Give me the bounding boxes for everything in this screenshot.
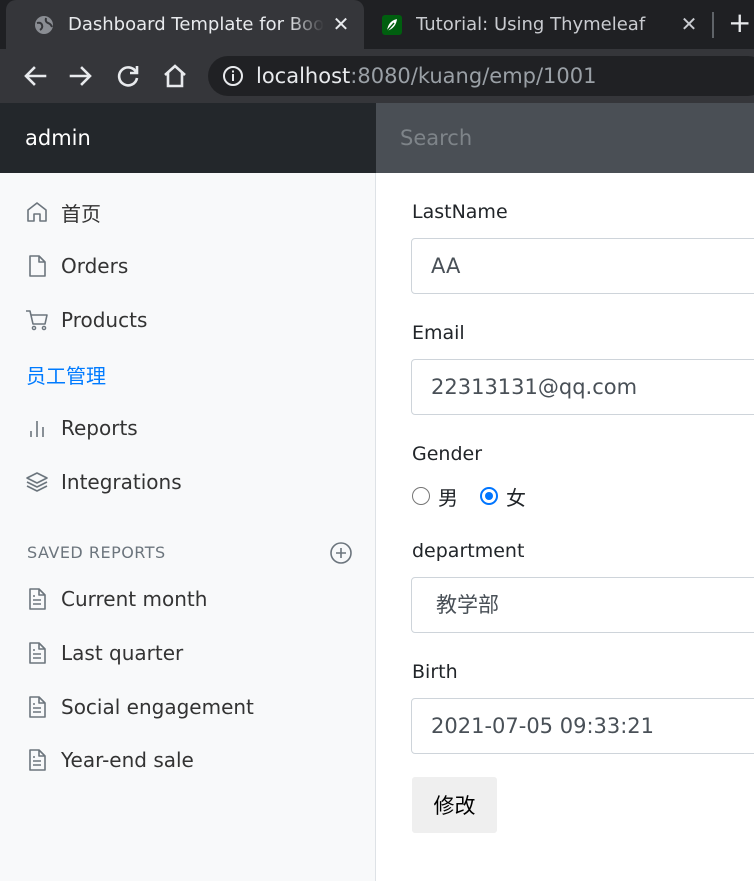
- close-tab-icon[interactable]: ✕: [330, 12, 352, 36]
- back-button[interactable]: [19, 60, 51, 92]
- forward-button[interactable]: [65, 60, 97, 92]
- reload-button[interactable]: [112, 60, 144, 92]
- submit-button[interactable]: 修改: [412, 777, 497, 833]
- saved-report-social-engagement[interactable]: Social engagement: [25, 692, 254, 722]
- department-label: department: [412, 540, 525, 562]
- gender-label: Gender: [412, 443, 483, 465]
- file-text-icon: [25, 695, 49, 719]
- file-text-icon: [25, 587, 49, 611]
- employee-edit-form: LastName AA Email 22313131@qq.com Gender…: [377, 173, 754, 881]
- home-icon: [25, 200, 49, 224]
- sidebar-item-label: 首页: [61, 201, 101, 226]
- saved-reports-heading: SAVED REPORTS: [27, 543, 166, 562]
- url-text: localhost:8080/kuang/emp/1001: [256, 64, 597, 88]
- file-icon: [25, 254, 49, 278]
- address-bar[interactable]: localhost:8080/kuang/emp/1001: [208, 56, 754, 96]
- tab-dashboard[interactable]: Dashboard Template for Bootstrap ✕: [6, 0, 364, 49]
- home-icon: [164, 64, 186, 88]
- tab-title: Dashboard Template for Bootstrap: [68, 14, 324, 35]
- globe-icon: [35, 15, 53, 34]
- birth-field[interactable]: 2021-07-05 09:33:21: [411, 698, 754, 754]
- gender-option-label: 男: [438, 485, 458, 510]
- sidebar-item-label: Social engagement: [61, 695, 254, 719]
- sidebar-item-label: 员工管理: [26, 363, 106, 388]
- sidebar-item-label: Integrations: [61, 470, 182, 494]
- saved-report-year-end-sale[interactable]: Year-end sale: [25, 745, 194, 775]
- sidebar-item-label: Year-end sale: [61, 748, 194, 772]
- home-button[interactable]: [159, 60, 191, 92]
- layers-icon: [25, 470, 49, 494]
- sidebar-item-employee-management[interactable]: 员工管理: [26, 359, 106, 389]
- tab-thymeleaf[interactable]: Tutorial: Using Thymeleaf ✕: [368, 0, 708, 49]
- navbar-brand[interactable]: admin: [0, 103, 376, 173]
- url-host: localhost: [256, 64, 351, 88]
- tab-separator: [712, 12, 714, 38]
- sidebar-item-orders[interactable]: Orders: [25, 251, 128, 281]
- search-input[interactable]: [376, 103, 754, 173]
- sidebar-item-home[interactable]: 首页: [25, 197, 101, 227]
- arrow-right-icon: [69, 66, 92, 86]
- saved-report-current-month[interactable]: Current month: [25, 584, 207, 614]
- close-tab-icon[interactable]: ✕: [678, 12, 700, 36]
- shopping-cart-icon: [25, 308, 49, 332]
- browser-toolbar: localhost:8080/kuang/emp/1001: [0, 49, 754, 103]
- birth-label: Birth: [412, 661, 458, 683]
- file-text-icon: [25, 641, 49, 665]
- email-label: Email: [412, 322, 465, 344]
- tab-title: Tutorial: Using Thymeleaf: [416, 14, 646, 35]
- browser-tab-strip: Dashboard Template for Bootstrap ✕ Tutor…: [0, 0, 754, 49]
- arrow-left-icon: [24, 66, 47, 86]
- lastname-field[interactable]: AA: [411, 238, 754, 294]
- url-path: :8080/kuang/emp/1001: [350, 64, 597, 88]
- info-icon[interactable]: [222, 65, 244, 87]
- sidebar-item-label: Current month: [61, 587, 208, 611]
- sidebar-item-label: Products: [61, 308, 148, 332]
- gender-radio-group: 男 女: [412, 483, 548, 510]
- reload-icon: [117, 66, 139, 87]
- bar-chart-icon: [25, 416, 49, 440]
- sidebar-item-products[interactable]: Products: [25, 305, 147, 335]
- sidebar-item-label: Reports: [61, 416, 138, 440]
- sidebar-item-label: Orders: [61, 254, 129, 278]
- gender-radio-male[interactable]: [412, 487, 430, 505]
- lastname-label: LastName: [412, 201, 508, 223]
- sidebar: 首页 Orders Products 员工管理 Reports Integrat…: [0, 173, 376, 881]
- top-navbar: admin: [0, 103, 754, 173]
- saved-report-last-quarter[interactable]: Last quarter: [25, 638, 183, 668]
- gender-option-label: 女: [506, 485, 526, 510]
- sidebar-item-reports[interactable]: Reports: [25, 413, 138, 443]
- file-text-icon: [25, 748, 49, 772]
- department-select[interactable]: 教学部: [411, 577, 754, 633]
- sidebar-item-integrations[interactable]: Integrations: [25, 467, 182, 497]
- gender-radio-female[interactable]: [480, 487, 498, 505]
- plus-circle-icon[interactable]: [329, 541, 353, 565]
- thymeleaf-leaf-icon: [382, 14, 402, 35]
- sidebar-item-label: Last quarter: [61, 641, 184, 665]
- email-field[interactable]: 22313131@qq.com: [411, 359, 754, 415]
- new-tab-button[interactable]: +: [728, 9, 754, 38]
